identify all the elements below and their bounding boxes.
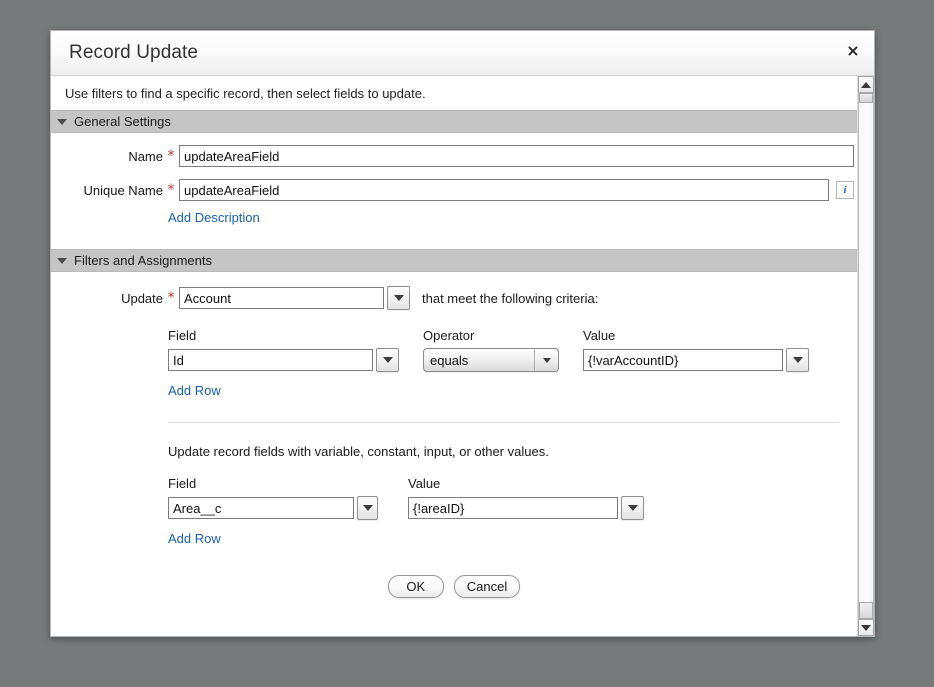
assignment-value-input[interactable]: [408, 497, 618, 519]
update-object-dropdown-button[interactable]: [387, 286, 410, 310]
dialog-content: Use filters to find a specific record, t…: [51, 76, 857, 636]
dialog-intro-text: Use filters to find a specific record, t…: [65, 86, 426, 101]
column-header-value: Value: [583, 328, 616, 343]
cancel-button[interactable]: Cancel: [453, 575, 521, 598]
update-object-input[interactable]: [179, 287, 384, 309]
chevron-down-icon: [792, 357, 803, 363]
section-divider: [168, 422, 839, 423]
criteria-field-column: Field: [168, 328, 399, 372]
criteria-field-dropdown-button[interactable]: [376, 348, 399, 372]
add-assignment-row-link[interactable]: Add Row: [168, 531, 221, 546]
column-header-field: Field: [168, 476, 197, 491]
assignment-value-dropdown-button[interactable]: [621, 496, 644, 520]
table-row: [583, 348, 809, 372]
chevron-down-icon[interactable]: [57, 118, 67, 125]
unique-name-row: Unique Name * i: [51, 179, 857, 201]
section-header-filters-assignments[interactable]: Filters and Assignments: [51, 249, 857, 272]
criteria-operator-select[interactable]: equals: [423, 348, 559, 372]
criteria-operator-column: Operator equals: [423, 328, 559, 372]
column-header-field: Field: [168, 328, 197, 343]
assignment-field-column: Field: [168, 476, 378, 520]
scroll-up-button[interactable]: [858, 76, 874, 93]
ok-button[interactable]: OK: [387, 575, 444, 598]
chevron-down-icon[interactable]: [57, 257, 67, 264]
required-marker: *: [167, 148, 175, 164]
scrollbar-thumb-top[interactable]: [859, 93, 873, 103]
section-header-general-settings[interactable]: General Settings: [51, 110, 857, 133]
table-row: [168, 496, 378, 520]
chevron-down-icon: [362, 505, 373, 511]
name-row: Name *: [51, 145, 857, 167]
update-object-row: Update * that meet the following criteri…: [51, 286, 857, 310]
close-icon[interactable]: ×: [842, 40, 864, 62]
dialog-titlebar: Record Update ×: [51, 31, 874, 76]
triangle-down-icon: [861, 624, 871, 631]
required-marker: *: [167, 182, 175, 198]
column-header-operator: Operator: [423, 328, 475, 343]
chevron-down-icon: [393, 295, 404, 301]
unique-name-input[interactable]: [179, 179, 829, 201]
info-icon[interactable]: i: [836, 181, 854, 199]
section-title-filters-assignments: Filters and Assignments: [74, 253, 213, 268]
add-criteria-row-link[interactable]: Add Row: [168, 383, 221, 398]
chevron-down-icon: [627, 505, 638, 511]
page-title: Record Update: [69, 42, 199, 63]
add-description-link[interactable]: Add Description: [168, 210, 260, 225]
assignments-grid: Field Value: [168, 476, 857, 520]
assignment-value-column: Value: [408, 476, 644, 520]
criteria-value-column: Value: [583, 328, 809, 372]
record-update-dialog: Record Update × Use filters to find a sp…: [50, 30, 875, 637]
table-row: [168, 348, 399, 372]
assignment-field-dropdown-button[interactable]: [357, 496, 378, 520]
assignments-note: Update record fields with variable, cons…: [168, 444, 549, 459]
name-input[interactable]: [179, 145, 854, 167]
scrollbar-thumb[interactable]: [859, 602, 873, 619]
criteria-field-input[interactable]: [168, 349, 373, 371]
table-row: [408, 496, 644, 520]
criteria-value-input[interactable]: [583, 349, 783, 371]
criteria-value-dropdown-button[interactable]: [786, 348, 809, 372]
scroll-down-button[interactable]: [858, 619, 874, 636]
unique-name-label: Unique Name: [83, 182, 164, 198]
criteria-grid: Field Operator equals: [168, 328, 857, 372]
name-label: Name: [128, 148, 163, 164]
dialog-body: Use filters to find a specific record, t…: [51, 76, 874, 636]
dialog-footer-buttons: OK Cancel: [51, 575, 857, 612]
column-header-value: Value: [408, 476, 441, 491]
criteria-operator-value: equals: [430, 352, 469, 368]
update-label: Update: [121, 290, 163, 306]
section-title-general-settings: General Settings: [74, 114, 171, 129]
chevron-down-icon: [382, 357, 393, 363]
scrollbar-track[interactable]: [858, 93, 874, 619]
chevron-down-icon: [534, 349, 558, 371]
criteria-caption: that meet the following criteria:: [422, 290, 599, 306]
required-marker: *: [167, 290, 175, 306]
assignment-field-input[interactable]: [168, 497, 355, 519]
vertical-scrollbar[interactable]: [857, 76, 874, 636]
triangle-up-icon: [861, 81, 871, 88]
